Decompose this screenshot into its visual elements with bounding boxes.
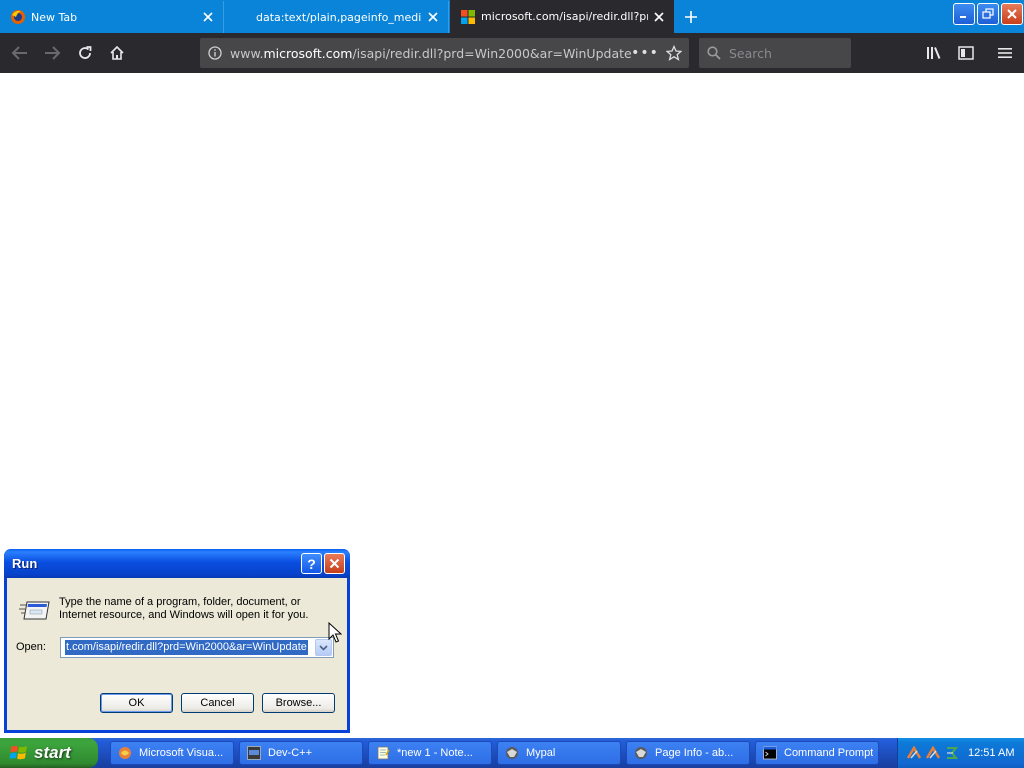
new-tab-button[interactable]	[678, 4, 704, 30]
taskbar-item-visual-studio[interactable]: Microsoft Visua...	[110, 741, 234, 765]
url-domain: microsoft.com	[263, 45, 353, 61]
visual-studio-icon	[117, 745, 133, 761]
task-label: Mypal	[526, 747, 556, 759]
tab-title: data:text/plain,pageinfo_media	[256, 10, 422, 24]
open-input[interactable]: t.com/isapi/redir.dll?prd=Win2000&ar=Win…	[65, 640, 308, 655]
window-close-button[interactable]	[1001, 3, 1023, 25]
run-dialog: Run ? Type the name of a program, folder…	[4, 549, 350, 733]
library-icon	[927, 47, 941, 59]
tray-app-icon[interactable]	[906, 745, 922, 761]
close-icon[interactable]	[422, 6, 444, 28]
run-titlebar[interactable]: Run ?	[4, 549, 350, 578]
devcpp-icon	[246, 745, 262, 761]
start-button[interactable]: start	[0, 738, 98, 768]
url-prefix: www.	[230, 45, 264, 61]
dialog-title: Run	[12, 556, 38, 571]
back-button[interactable]	[6, 39, 34, 67]
command-prompt-icon	[762, 745, 778, 761]
tab-title: New Tab	[31, 10, 78, 24]
menu-button[interactable]	[991, 39, 1019, 67]
mypal-icon	[504, 745, 520, 761]
browse-button[interactable]: Browse...	[262, 693, 335, 713]
minimize-button[interactable]	[953, 3, 975, 25]
home-button[interactable]	[103, 39, 131, 67]
tray-app-icon[interactable]	[925, 745, 941, 761]
reload-icon	[79, 46, 92, 59]
back-arrow-icon	[11, 46, 27, 60]
hamburger-menu-icon	[998, 48, 1012, 58]
open-label: Open:	[16, 641, 46, 653]
forward-button[interactable]	[38, 39, 66, 67]
library-button[interactable]	[920, 39, 948, 67]
browser-tab-strip: New Tab data:text/plain,pageinfo_media m…	[0, 0, 1024, 33]
cancel-button[interactable]: Cancel	[181, 693, 254, 713]
dialog-description: Type the name of a program, folder, docu…	[59, 596, 309, 621]
dialog-close-button[interactable]	[324, 553, 345, 574]
tab-pageinfo-media[interactable]: data:text/plain,pageinfo_media	[225, 1, 449, 33]
tab-new-tab[interactable]: New Tab	[0, 1, 224, 33]
close-icon[interactable]	[648, 6, 670, 28]
close-icon	[329, 558, 340, 569]
firefox-icon	[10, 9, 26, 25]
reload-button[interactable]	[71, 39, 99, 67]
taskbar-item-devcpp[interactable]: Dev-C++	[239, 741, 363, 765]
restore-button[interactable]	[977, 3, 999, 25]
plus-icon	[685, 11, 697, 23]
tab-microsoft-redir[interactable]: microsoft.com/isapi/redir.dll?prd=W	[450, 0, 674, 33]
task-label: Dev-C++	[268, 747, 313, 759]
close-icon	[1007, 9, 1017, 19]
restore-icon	[982, 8, 994, 19]
taskbar-item-notepad[interactable]: *new 1 - Note...	[368, 741, 492, 765]
system-tray: 12:51 AM	[897, 738, 1024, 768]
search-bar[interactable]: Search	[699, 38, 851, 68]
firefox-icon	[633, 745, 649, 761]
ok-button[interactable]: OK	[100, 693, 173, 713]
task-label: Page Info - ab...	[655, 747, 734, 759]
network-icon[interactable]	[944, 745, 960, 761]
help-button[interactable]: ?	[301, 553, 322, 574]
home-icon	[110, 45, 124, 60]
start-label: start	[34, 743, 71, 762]
microsoft-logo-icon	[460, 9, 476, 25]
run-program-icon	[19, 601, 50, 620]
sidebar-button[interactable]	[952, 39, 980, 67]
minimize-icon	[960, 16, 966, 18]
mouse-cursor-icon	[328, 622, 342, 643]
forward-arrow-icon	[45, 46, 61, 60]
blank-page-icon	[235, 9, 251, 25]
task-label: *new 1 - Note...	[397, 747, 473, 759]
bookmark-star-icon[interactable]	[659, 45, 689, 61]
page-actions-button[interactable]: •••	[631, 45, 659, 61]
browser-toolbar: www.microsoft.com/isapi/redir.dll?prd=Wi…	[0, 33, 1024, 73]
clock: 12:51 AM	[968, 747, 1015, 759]
tab-title: microsoft.com/isapi/redir.dll?prd=W	[481, 10, 648, 23]
open-combobox[interactable]: t.com/isapi/redir.dll?prd=Win2000&ar=Win…	[60, 637, 334, 658]
taskbar: start Microsoft Visua... Dev-C++ *new 1 …	[0, 738, 1024, 768]
search-placeholder: Search	[729, 45, 772, 61]
sidebar-icon	[958, 46, 974, 60]
info-icon[interactable]	[200, 46, 230, 60]
url-text[interactable]: www.microsoft.com/isapi/redir.dll?prd=Wi…	[230, 46, 631, 61]
task-label: Command Prompt	[784, 747, 874, 759]
close-icon[interactable]	[197, 6, 219, 28]
address-bar[interactable]: www.microsoft.com/isapi/redir.dll?prd=Wi…	[200, 38, 689, 68]
notepad-icon	[375, 745, 391, 761]
taskbar-item-command-prompt[interactable]: Command Prompt	[755, 741, 879, 765]
task-label: Microsoft Visua...	[139, 747, 224, 759]
windows-logo-icon	[9, 745, 27, 760]
url-path: /isapi/redir.dll?prd=Win2000&ar=WinUpdat…	[352, 45, 631, 61]
taskbar-item-page-info[interactable]: Page Info - ab...	[626, 741, 750, 765]
search-icon	[699, 46, 729, 60]
taskbar-item-mypal[interactable]: Mypal	[497, 741, 621, 765]
